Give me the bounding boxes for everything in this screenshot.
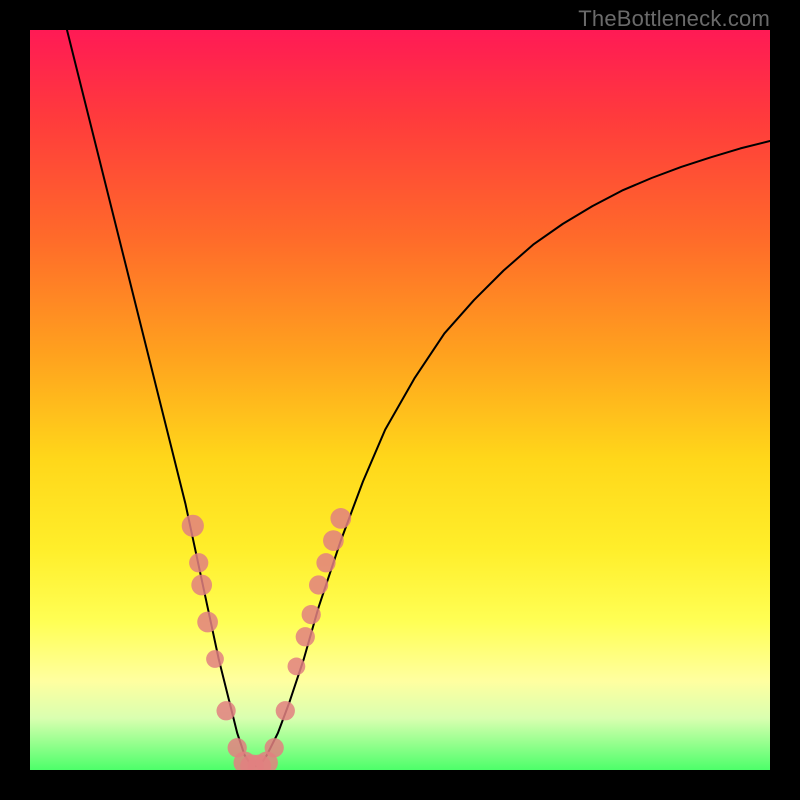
- data-marker: [296, 627, 315, 646]
- data-marker: [189, 553, 208, 572]
- chart-frame: TheBottleneck.com: [0, 0, 800, 800]
- data-marker: [206, 650, 224, 668]
- marker-group: [182, 508, 351, 770]
- curve-line: [67, 30, 770, 766]
- data-marker: [182, 515, 204, 537]
- data-marker: [265, 738, 284, 757]
- data-marker: [302, 605, 321, 624]
- data-marker: [191, 575, 212, 596]
- data-marker: [309, 575, 328, 594]
- watermark-text: TheBottleneck.com: [578, 6, 770, 32]
- data-marker: [323, 530, 344, 551]
- data-marker: [288, 658, 306, 676]
- data-marker: [216, 701, 235, 720]
- chart-svg: [30, 30, 770, 770]
- data-marker: [276, 701, 295, 720]
- data-marker: [316, 553, 335, 572]
- data-marker: [197, 612, 218, 633]
- data-marker: [330, 508, 351, 529]
